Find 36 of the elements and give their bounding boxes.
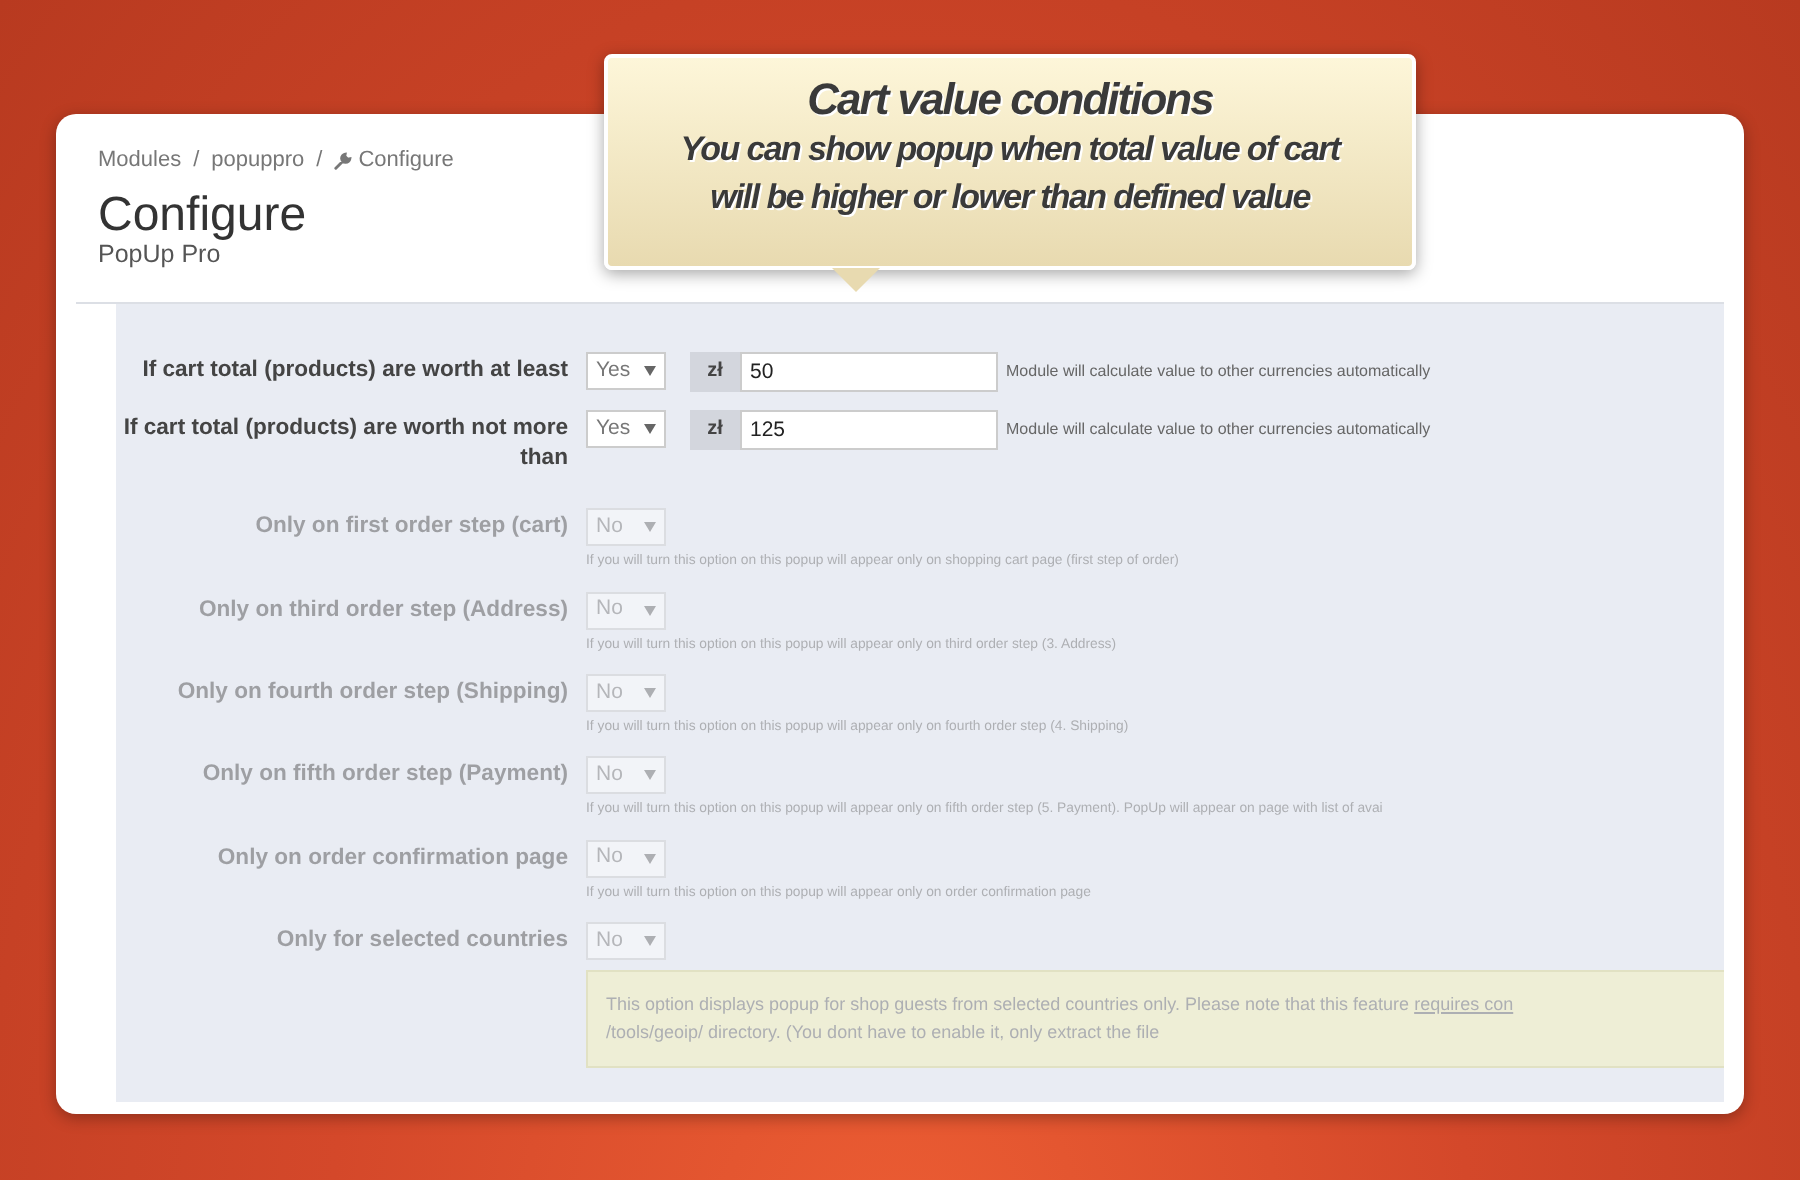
- field-label: Only on third order step (Address): [196, 595, 570, 626]
- breadcrumb-separator: /: [316, 146, 323, 176]
- caret-icon: [644, 424, 656, 435]
- help-text: Module will calculate value to other currencies automatically: [1006, 359, 1431, 384]
- caret-icon: [644, 605, 656, 616]
- page-subtitle: PopUp Pro: [98, 241, 221, 270]
- breadcrumb-link[interactable]: popuppro: [211, 144, 305, 177]
- callout-title: Cart value conditions: [805, 74, 1215, 127]
- field-label: If cart total (products) are worth not more than: [121, 413, 570, 475]
- wrench-icon: [334, 151, 353, 170]
- select-field[interactable]: Yes: [586, 410, 666, 449]
- caret-icon: [644, 522, 656, 533]
- field-label: Only for selected countries: [274, 926, 570, 957]
- breadcrumb-current: Configure: [358, 146, 454, 176]
- help-text: Module will calculate value to other currencies automatically: [1006, 417, 1431, 442]
- currency-addon: zł: [690, 409, 740, 450]
- select-field[interactable]: Yes: [586, 352, 666, 391]
- breadcrumb-separator: /: [193, 146, 200, 176]
- breadcrumb-link[interactable]: Modules: [98, 144, 182, 177]
- callout-text: You can show popup when total value of cart will be higher or lower than defined value: [678, 128, 1344, 221]
- field-label: Only on fifth order step (Payment): [200, 760, 570, 791]
- caret-icon: [644, 770, 656, 781]
- currency-addon: zł: [690, 351, 740, 392]
- field-label: Only on first order step (cart): [253, 512, 570, 543]
- caret-icon: [644, 936, 656, 947]
- amount-input[interactable]: 125: [740, 409, 998, 450]
- field-label: Only on fourth order step (Shipping): [175, 677, 570, 708]
- alert-text: This option displays popup for shop guests from selected countries only. Please note that this feature: [606, 994, 1412, 1015]
- page-title: Configure: [98, 189, 307, 242]
- amount-input[interactable]: 50: [740, 351, 998, 392]
- alert-text: /tools/geoip/ directory. (You dont have to enable it, only extract the file: [606, 1020, 1162, 1047]
- field-label: If cart total (products) are worth at least: [140, 355, 570, 386]
- caret-icon: [644, 853, 656, 864]
- caret-icon: [644, 366, 656, 377]
- caret-icon: [644, 687, 656, 698]
- field-label: Only on order confirmation page: [215, 843, 570, 874]
